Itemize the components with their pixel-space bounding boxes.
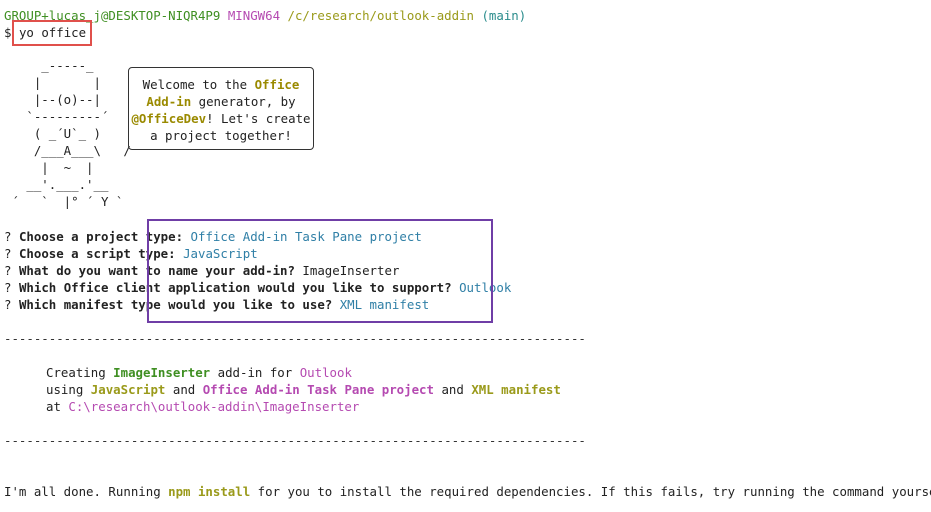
- yeoman-ascii-art: _-----_ | | |--(o)--| `---------´ ( _´U`…: [11, 58, 131, 209]
- install-text: I'm all done. Running: [4, 484, 169, 499]
- bubble-text: ! Let's create: [206, 111, 311, 126]
- bubble-text: Welcome to the: [142, 77, 255, 92]
- question-mark: ?: [4, 229, 12, 244]
- summary-addin-name: ImageInserter: [113, 365, 211, 380]
- summary-manifest: XML manifest: [471, 382, 561, 397]
- summary-creating: Creating ImageInserter add-in for Outloo…: [46, 364, 352, 381]
- question-mark: ?: [4, 297, 12, 312]
- separator-line: ----------------------------------------…: [4, 433, 584, 448]
- question-mark: ?: [4, 280, 12, 295]
- summary-text: and: [172, 382, 196, 397]
- summary-text: Creating: [46, 365, 106, 380]
- welcome-bubble: Welcome to the Office Add-in generator, …: [128, 67, 314, 150]
- bubble-text: a project together!: [150, 128, 292, 143]
- bubble-highlight: @OfficeDev: [131, 111, 207, 126]
- bubble-line-3: @OfficeDev! Let's create: [129, 110, 313, 127]
- bubble-text: generator, by: [191, 94, 296, 109]
- summary-text: and: [441, 382, 464, 397]
- terminal-window[interactable]: { "prompt": { "user_host": "GROUP+lucas_…: [0, 0, 931, 512]
- prompt-symbol: $: [4, 25, 12, 40]
- summary-script: JavaScript: [90, 382, 166, 397]
- summary-text: add-in for: [217, 365, 293, 380]
- summary-using: using JavaScript and Office Add-in Task …: [46, 381, 561, 398]
- summary-text: using: [46, 382, 84, 397]
- summary-text: at: [46, 399, 61, 414]
- install-command: npm install: [168, 484, 251, 499]
- summary-path: C:\research\outlook-addin\ImageInserter: [68, 399, 360, 414]
- command-highlight-box: [12, 20, 92, 46]
- question-mark: ?: [4, 263, 12, 278]
- bubble-highlight: Office: [254, 77, 300, 92]
- separator-line: ----------------------------------------…: [4, 331, 584, 346]
- summary-host: Outlook: [299, 365, 352, 380]
- install-message: I'm all done. Running npm install for yo…: [4, 483, 931, 500]
- question-mark: ?: [4, 246, 12, 261]
- answers-highlight-box: [147, 219, 493, 323]
- prompt-branch: (main): [481, 8, 527, 23]
- bubble-highlight: Add-in: [146, 94, 192, 109]
- prompt-path: /c/research/outlook-addin: [287, 8, 475, 23]
- summary-at: at C:\research\outlook-addin\ImageInsert…: [46, 398, 359, 415]
- prompt-shell: MINGW64: [227, 8, 281, 23]
- bubble-line-2: Add-in generator, by: [129, 93, 313, 110]
- summary-project: Office Add-in Task Pane project: [202, 382, 434, 397]
- bubble-line-1: Welcome to the Office: [129, 76, 313, 93]
- bubble-line-4: a project together!: [129, 127, 313, 144]
- install-text: for you to install the required dependen…: [250, 484, 931, 499]
